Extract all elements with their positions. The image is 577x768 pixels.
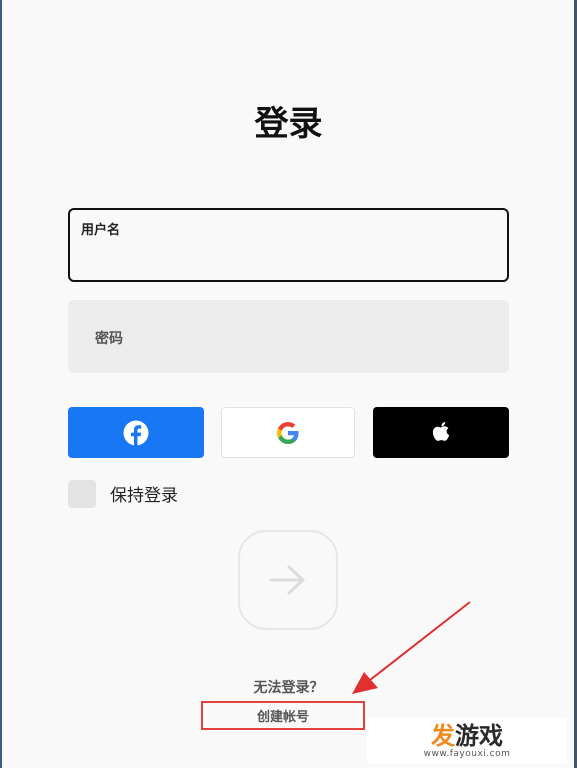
annotation-arrow [352,601,471,694]
watermark-logo: 发游戏 www.fayouxi.com [367,718,567,764]
watermark-brand-char: 发 [431,721,455,750]
watermark-url: www.fayouxi.com [423,748,511,759]
watermark-brand-text: 游戏 [455,721,503,750]
